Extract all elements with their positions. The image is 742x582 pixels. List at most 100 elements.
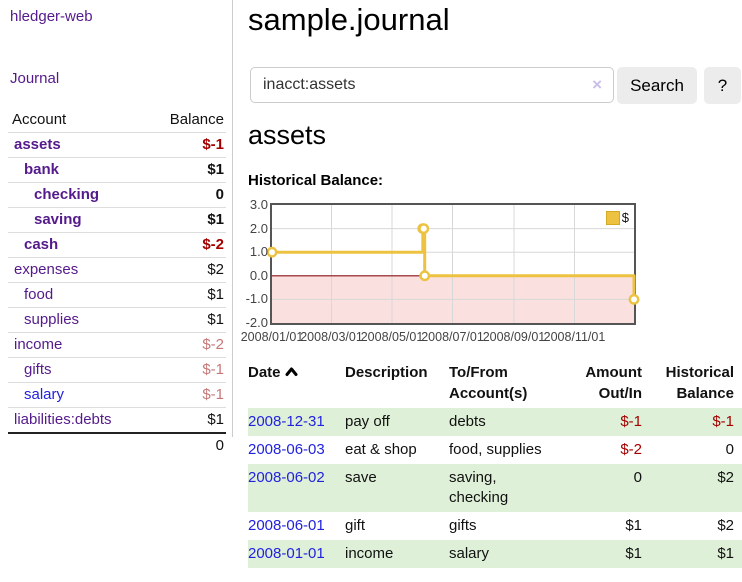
y-axis-tick-label: 2.0 — [234, 221, 268, 236]
transaction-row: 2008-06-02 save saving, checking 0 $2 — [248, 464, 742, 512]
account-balance: $1 — [148, 308, 226, 333]
account-link-food[interactable]: food — [24, 286, 53, 303]
account-link-liabilities-debts[interactable]: liabilities:debts — [14, 411, 112, 428]
transaction-row: 2008-01-01 income salary $1 $1 — [248, 540, 742, 568]
brand-link[interactable]: hledger-web — [10, 8, 93, 25]
account-link-salary[interactable]: salary — [24, 386, 64, 403]
account-balance: $-1 — [148, 358, 226, 383]
account-row: income $-2 — [8, 333, 226, 358]
account-link-checking[interactable]: checking — [34, 186, 99, 203]
account-balance: $1 — [148, 158, 226, 183]
help-button[interactable]: ? — [704, 67, 741, 104]
account-balance: $-1 — [148, 383, 226, 408]
account-balance: $-2 — [148, 333, 226, 358]
transaction-description: income — [345, 540, 449, 568]
account-row: food $1 — [8, 283, 226, 308]
transaction-date-link[interactable]: 2008-12-31 — [248, 413, 325, 430]
account-row: saving $1 — [8, 208, 226, 233]
transaction-amount: $-1 — [582, 408, 650, 436]
transaction-amount: $-2 — [582, 436, 650, 464]
transaction-balance: $2 — [650, 464, 742, 512]
transaction-amount: 0 — [582, 464, 650, 512]
account-balance: $1 — [148, 208, 226, 233]
accounts-header-row: Account Balance — [8, 108, 226, 133]
account-balance: $-2 — [148, 233, 226, 258]
account-balance: 0 — [148, 183, 226, 208]
historical-balance-chart[interactable]: $ 3.02.01.00.0-1.0-2.02008/01/012008/03/… — [248, 203, 742, 353]
x-axis-tick-label: 2008/11/01 — [538, 330, 610, 344]
account-row: bank $1 — [8, 158, 226, 183]
transaction-balance: $1 — [650, 540, 742, 568]
search-form: × Search ? — [248, 67, 742, 105]
transaction-description: save — [345, 464, 449, 512]
transaction-amount: $1 — [582, 512, 650, 540]
transaction-balance: 0 — [650, 436, 742, 464]
transaction-date-link[interactable]: 2008-06-03 — [248, 441, 325, 458]
transaction-date-link[interactable]: 2008-06-02 — [248, 469, 325, 486]
register-col-description: Description — [345, 360, 449, 408]
clear-search-icon[interactable]: × — [592, 75, 602, 95]
transaction-accounts: debts — [449, 408, 582, 436]
transaction-accounts: salary — [449, 540, 582, 568]
hledger-web-app: hledger-web Journal Account Balance asse… — [0, 0, 742, 582]
search-box: × — [250, 67, 612, 103]
y-axis-tick-label: -1.0 — [234, 291, 268, 306]
main-content: sample.journal × Search ? assets Histori… — [248, 0, 742, 582]
register-col-balance: Historical Balance — [650, 360, 742, 408]
transaction-amount: $1 — [582, 540, 650, 568]
account-row: liabilities:debts $1 — [8, 408, 226, 434]
accounts-col-balance: Balance — [148, 108, 226, 133]
account-link-assets[interactable]: assets — [14, 136, 61, 153]
transaction-accounts: saving, checking — [449, 464, 582, 512]
sidebar: hledger-web Journal Account Balance asse… — [0, 0, 232, 582]
transaction-date-link[interactable]: 2008-06-01 — [248, 517, 325, 534]
transaction-description: eat & shop — [345, 436, 449, 464]
transaction-description: gift — [345, 512, 449, 540]
account-heading: assets — [248, 120, 326, 151]
legend-swatch-icon — [606, 211, 620, 225]
transaction-accounts: gifts — [449, 512, 582, 540]
y-axis-tick-label: 0.0 — [234, 268, 268, 283]
search-input[interactable] — [250, 67, 614, 103]
account-link-supplies[interactable]: supplies — [24, 311, 79, 328]
sidebar-item-journal[interactable]: Journal — [10, 70, 59, 87]
accounts-table: Account Balance assets $-1 bank $1 check… — [8, 108, 226, 458]
account-row: salary $-1 — [8, 383, 226, 408]
transaction-date-link[interactable]: 2008-01-01 — [248, 545, 325, 562]
register-table: Date Description To/From Account(s) Amou… — [248, 360, 742, 568]
account-balance: $2 — [148, 258, 226, 283]
account-row: assets $-1 — [8, 133, 226, 158]
account-link-bank[interactable]: bank — [24, 161, 59, 178]
y-axis-tick-label: 1.0 — [234, 244, 268, 259]
account-link-income[interactable]: income — [14, 336, 62, 353]
transaction-balance: $-1 — [650, 408, 742, 436]
register-col-date: Date — [248, 360, 345, 408]
transaction-row: 2008-06-03 eat & shop food, supplies $-2… — [248, 436, 742, 464]
account-balance: $-1 — [148, 133, 226, 158]
account-row: gifts $-1 — [8, 358, 226, 383]
chart-legend: $ — [606, 210, 629, 225]
legend-label: $ — [622, 210, 629, 225]
accounts-col-account: Account — [8, 108, 148, 133]
page-title: sample.journal — [248, 2, 450, 38]
y-axis-tick-label: -2.0 — [234, 315, 268, 330]
account-link-saving[interactable]: saving — [34, 211, 82, 228]
account-link-expenses[interactable]: expenses — [14, 261, 78, 278]
transaction-description: pay off — [345, 408, 449, 436]
accounts-total-value: 0 — [148, 433, 226, 458]
account-link-gifts[interactable]: gifts — [24, 361, 52, 378]
account-balance: $1 — [148, 283, 226, 308]
account-link-cash[interactable]: cash — [24, 236, 58, 253]
account-row: checking 0 — [8, 183, 226, 208]
register-header-row: Date Description To/From Account(s) Amou… — [248, 360, 742, 408]
account-row: supplies $1 — [8, 308, 226, 333]
chart-title: Historical Balance: — [248, 172, 383, 189]
register-col-accounts: To/From Account(s) — [449, 360, 582, 408]
register-col-amount: Amount Out/In — [582, 360, 650, 408]
chart-canvas — [272, 205, 634, 323]
y-axis-tick-label: 3.0 — [234, 197, 268, 212]
transaction-balance: $2 — [650, 512, 742, 540]
account-row: expenses $2 — [8, 258, 226, 283]
search-button[interactable]: Search — [617, 67, 697, 104]
chart-plot[interactable]: $ — [270, 203, 636, 325]
